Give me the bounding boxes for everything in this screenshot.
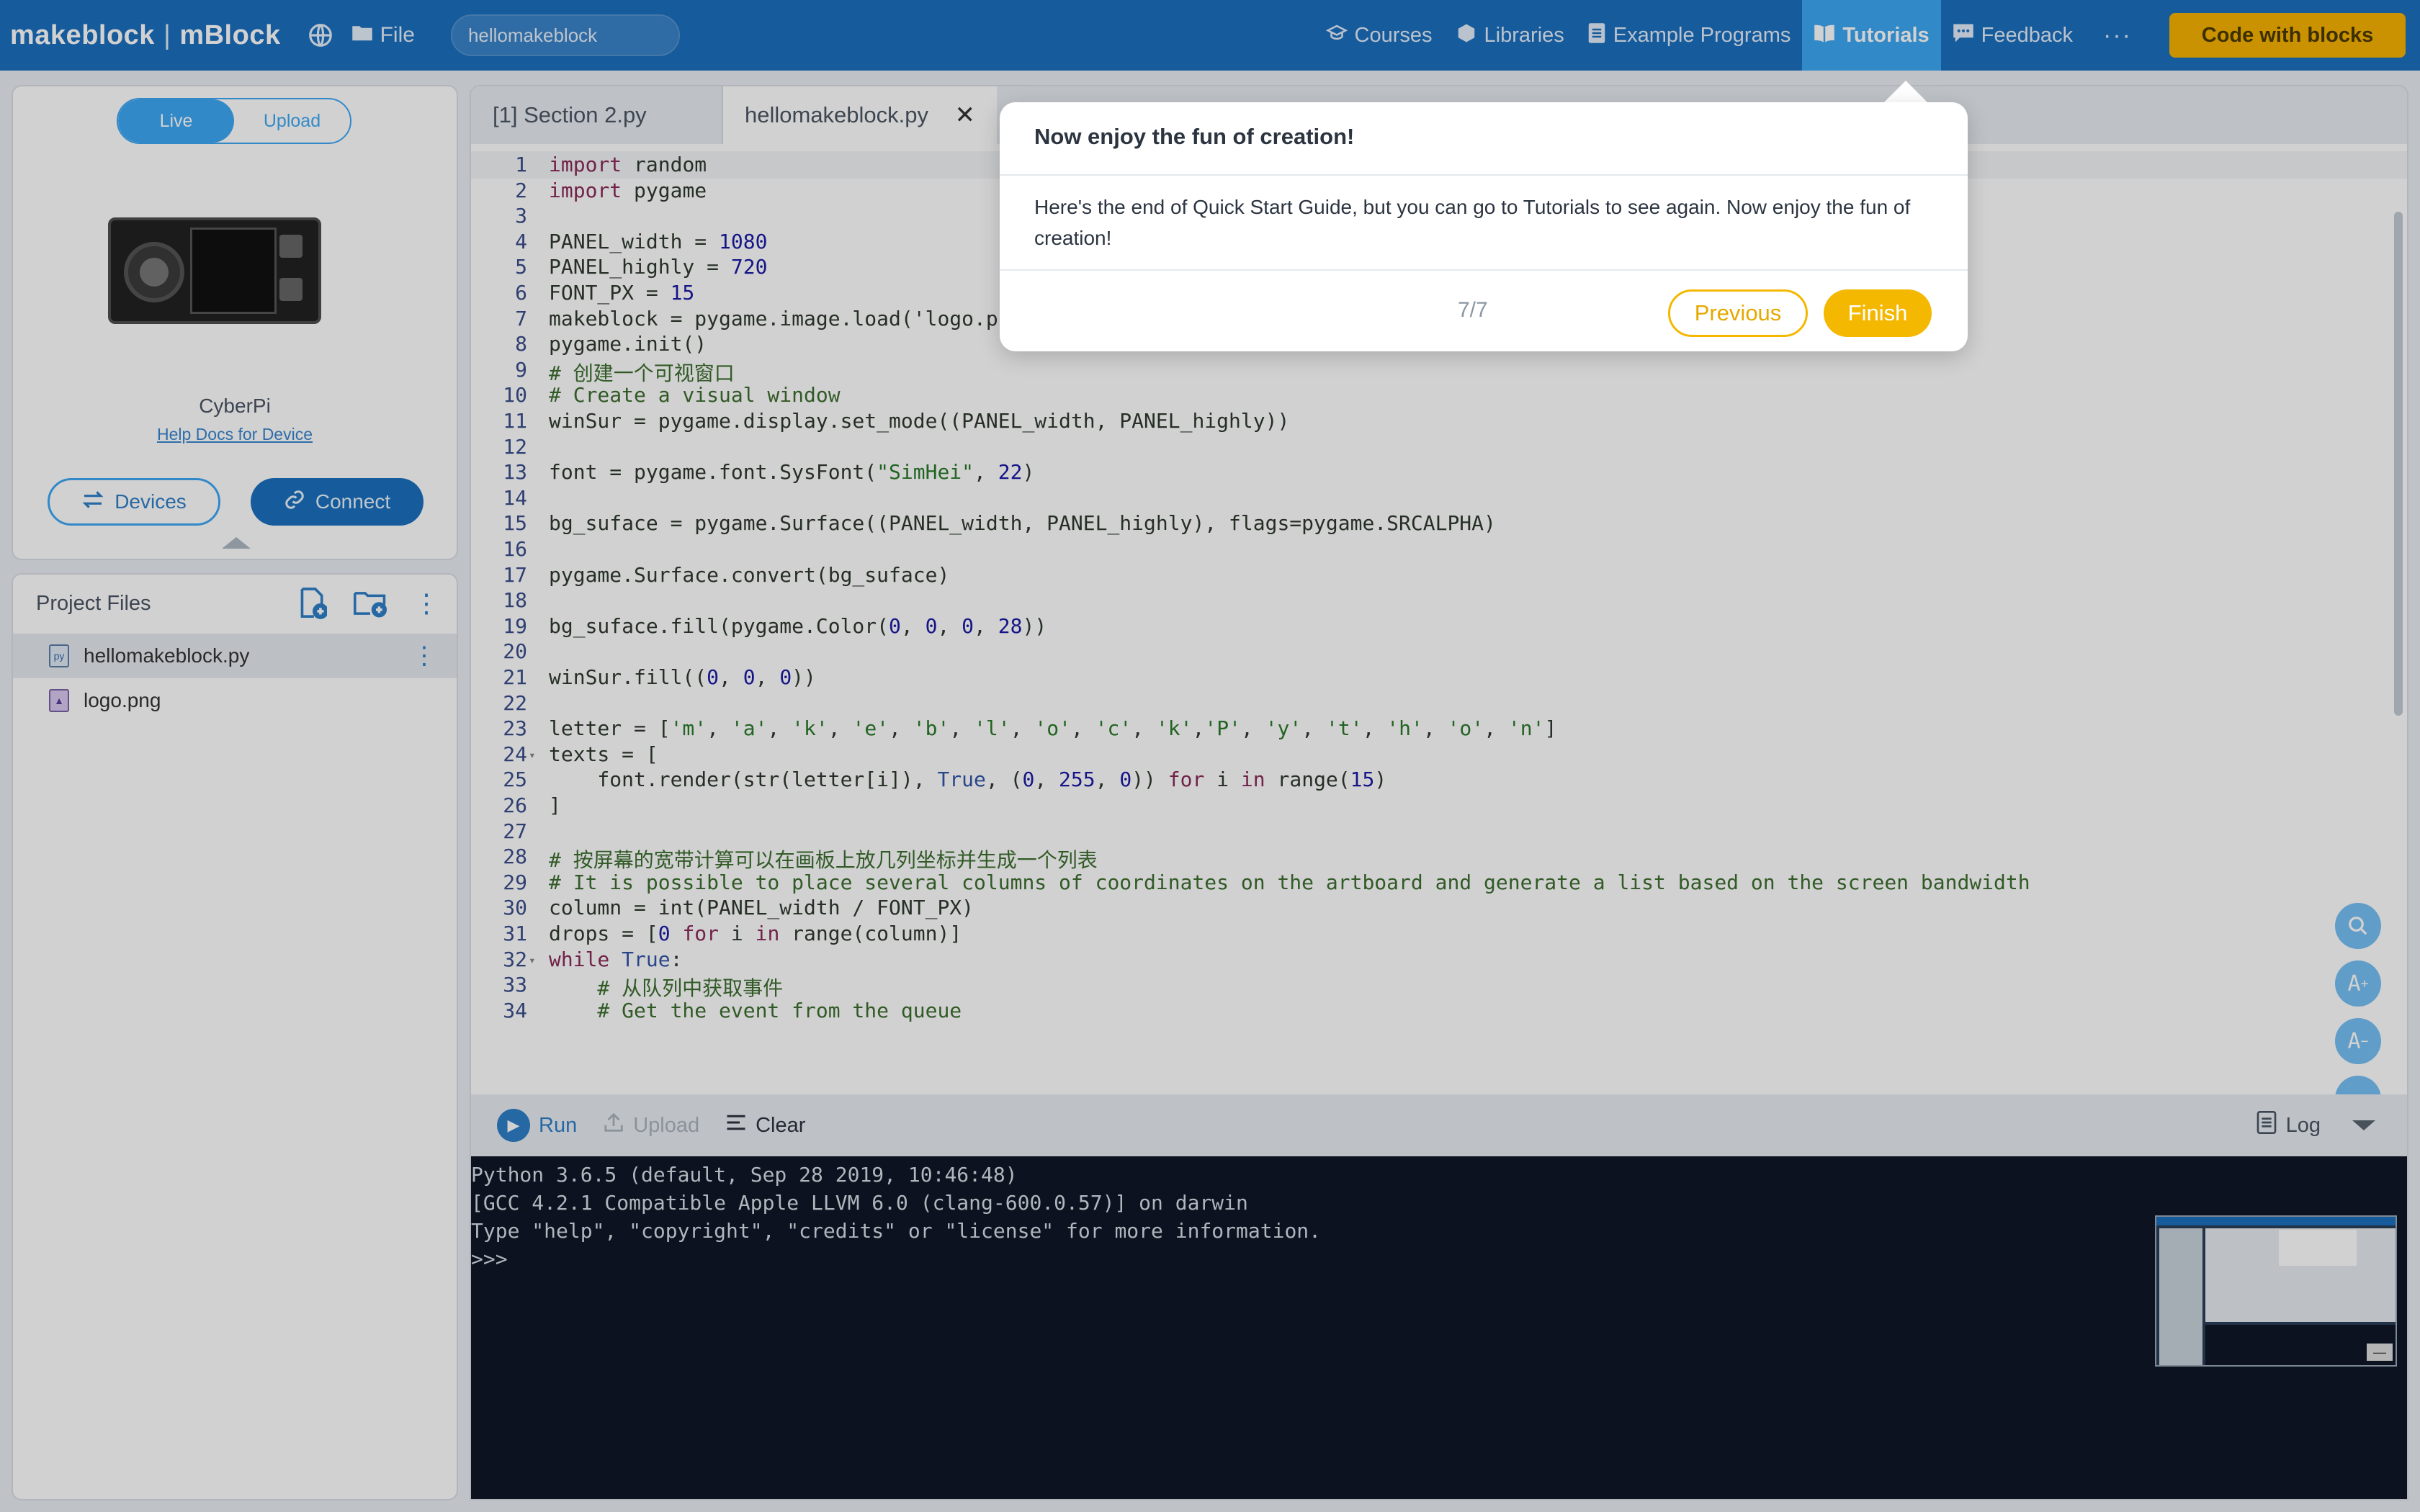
popup-divider (1000, 269, 1968, 271)
popup-title: Now enjoy the fun of creation! (1034, 124, 1355, 149)
tutorial-popup: Now enjoy the fun of creation! Here's th… (1000, 102, 1968, 351)
popup-page-indicator: 7/7 (1458, 298, 1488, 322)
popup-body: Here's the end of Quick Start Guide, but… (1034, 196, 1911, 249)
previous-button[interactable]: Previous (1668, 289, 1808, 337)
finish-button[interactable]: Finish (1824, 289, 1932, 337)
popup-divider (1000, 174, 1968, 176)
popup-pointer (1883, 81, 1929, 104)
